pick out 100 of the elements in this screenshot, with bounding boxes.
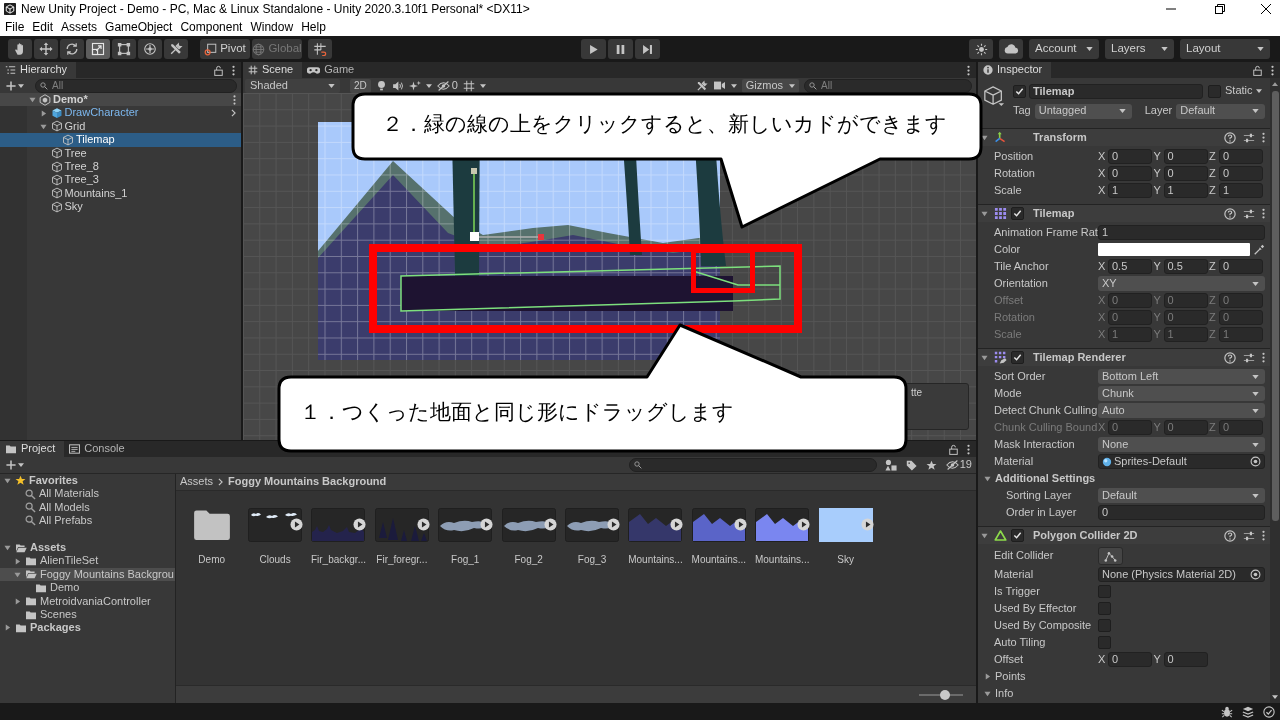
mountains-thumbnail[interactable] — [691, 508, 746, 542]
tool-button[interactable] — [60, 39, 84, 59]
expand-arrow-icon[interactable] — [13, 557, 21, 565]
foldout-label[interactable]: Points — [995, 669, 1026, 684]
checkbox[interactable] — [1098, 636, 1111, 649]
slider-thumb[interactable] — [940, 689, 951, 700]
expand-arrow-icon[interactable] — [40, 109, 47, 117]
collapse-arrow-icon[interactable] — [28, 96, 36, 104]
folder-tree-item[interactable]: Scenes — [0, 607, 175, 622]
collapse-arrow-icon[interactable] — [984, 475, 991, 482]
gameobject-cube-icon[interactable] — [983, 85, 1005, 107]
foldout-label[interactable]: Info — [995, 686, 1014, 701]
services-button[interactable] — [969, 39, 993, 59]
eye-slash-icon[interactable] — [436, 80, 450, 91]
hierarchy-item[interactable]: Mountains_1 — [0, 186, 241, 201]
hierarchy-item[interactable]: Demo* — [0, 93, 241, 107]
cloud-button[interactable] — [999, 39, 1023, 59]
fog-thumbnail[interactable] — [565, 508, 620, 542]
tool-button[interactable] — [164, 39, 188, 59]
number-field[interactable]: 0 — [1219, 166, 1263, 181]
panel-tab[interactable]: Scene — [243, 62, 303, 78]
number-field[interactable]: 1 — [1219, 183, 1263, 198]
folder-tree-item[interactable]: MetroidvaniaController — [0, 594, 175, 608]
panel-tab[interactable]: Hierarchy — [0, 62, 77, 78]
color-field[interactable] — [1098, 243, 1250, 256]
dropdown[interactable]: Chunk — [1098, 386, 1265, 401]
eyedropper-icon[interactable] — [1253, 243, 1265, 256]
fir-silhouette-thumbnail[interactable] — [311, 508, 366, 542]
fir-trees-thumbnail[interactable] — [374, 508, 429, 542]
object-picker-icon[interactable] — [1250, 456, 1261, 467]
shading-dropdown[interactable]: Shaded — [245, 78, 340, 93]
stack-icon[interactable] — [1242, 705, 1254, 718]
caret-icon[interactable] — [730, 83, 737, 88]
kebab-menu-icon[interactable] — [232, 64, 235, 76]
tool-button[interactable] — [8, 39, 32, 59]
collapse-arrow-icon[interactable] — [13, 570, 21, 578]
collapse-arrow-icon[interactable] — [981, 532, 988, 539]
kebab-menu-icon[interactable] — [1262, 530, 1265, 541]
folder-tree-item[interactable]: All Models — [0, 500, 175, 515]
presets-icon[interactable] — [1243, 131, 1255, 144]
lock-icon[interactable] — [1253, 64, 1262, 76]
play-icon[interactable] — [543, 518, 557, 531]
folder-tree-item[interactable]: Demo — [0, 581, 175, 595]
number-field[interactable]: 0 — [1219, 149, 1263, 164]
expand-arrow-icon[interactable] — [13, 597, 21, 605]
scroll-down-icon[interactable] — [1272, 695, 1278, 699]
search-field[interactable]: All — [804, 78, 972, 93]
play-icon[interactable] — [416, 518, 430, 531]
bug-icon[interactable] — [1221, 705, 1233, 718]
pause-button[interactable] — [608, 39, 633, 59]
breadcrumb-link[interactable]: Assets — [180, 475, 213, 489]
menu-item[interactable]: Window — [246, 19, 298, 35]
expand-arrow-icon[interactable] — [3, 624, 11, 632]
active-checkbox[interactable] — [1013, 84, 1026, 98]
enable-checkbox[interactable] — [1011, 529, 1024, 542]
speaker-icon[interactable] — [391, 79, 404, 92]
mountains-thumbnail[interactable] — [755, 508, 810, 542]
dropdown[interactable]: Default — [1176, 103, 1266, 119]
menu-item[interactable]: Help — [297, 19, 330, 35]
hierarchy-item[interactable]: Tree_3 — [0, 173, 241, 187]
toolbar-dropdown[interactable]: Layers — [1105, 39, 1174, 59]
play-icon[interactable] — [480, 518, 494, 531]
dropdown[interactable]: Default — [1098, 488, 1265, 503]
collapse-arrow-icon[interactable] — [3, 544, 11, 552]
panel-tab[interactable]: Inspector — [978, 62, 1052, 78]
hierarchy-item[interactable]: Tree_8 — [0, 159, 241, 174]
play-button[interactable] — [581, 39, 606, 59]
toolbar-dropdown[interactable]: Layout — [1180, 39, 1270, 59]
fog-thumbnail[interactable] — [501, 508, 556, 542]
number-field[interactable]: 1 — [1108, 183, 1152, 198]
number-field[interactable]: 1 — [1098, 225, 1265, 240]
dropdown[interactable]: XY — [1098, 276, 1265, 291]
dropdown[interactable]: Bottom Left — [1098, 369, 1265, 384]
mountains-thumbnail[interactable] — [628, 508, 683, 542]
folder-tree-item[interactable]: AlienTileSet — [0, 554, 175, 568]
grid-icon[interactable] — [462, 79, 475, 92]
hierarchy-item[interactable]: Sky — [0, 200, 241, 214]
folder-tree-item[interactable]: All Materials — [0, 487, 175, 501]
dropdown[interactable]: None — [1098, 437, 1265, 452]
checkbox[interactable] — [1098, 619, 1111, 632]
chevron-right-icon[interactable] — [231, 109, 236, 118]
menu-item[interactable]: Assets — [57, 19, 102, 35]
hierarchy-item[interactable]: Tilemap — [0, 133, 241, 147]
lock-icon[interactable] — [949, 443, 958, 455]
tool-button[interactable] — [86, 39, 110, 59]
menu-item[interactable]: Component — [176, 19, 247, 35]
panel-tab[interactable]: Project — [0, 441, 65, 457]
kebab-menu-icon[interactable] — [1262, 208, 1265, 219]
expand-arrow-icon[interactable] — [984, 673, 991, 680]
folder-tree-item[interactable]: Assets — [0, 540, 175, 555]
kebab-menu-icon[interactable] — [967, 443, 970, 455]
checkbox[interactable] — [1098, 602, 1111, 615]
number-field[interactable]: 0 — [1163, 149, 1208, 164]
add-button[interactable] — [6, 458, 24, 472]
presets-icon[interactable] — [1243, 529, 1255, 542]
tools-icon[interactable] — [695, 79, 708, 92]
play-icon[interactable] — [353, 518, 367, 531]
caret-icon[interactable] — [425, 83, 432, 88]
play-icon[interactable] — [797, 518, 811, 531]
number-field[interactable]: 0 — [1108, 166, 1152, 181]
